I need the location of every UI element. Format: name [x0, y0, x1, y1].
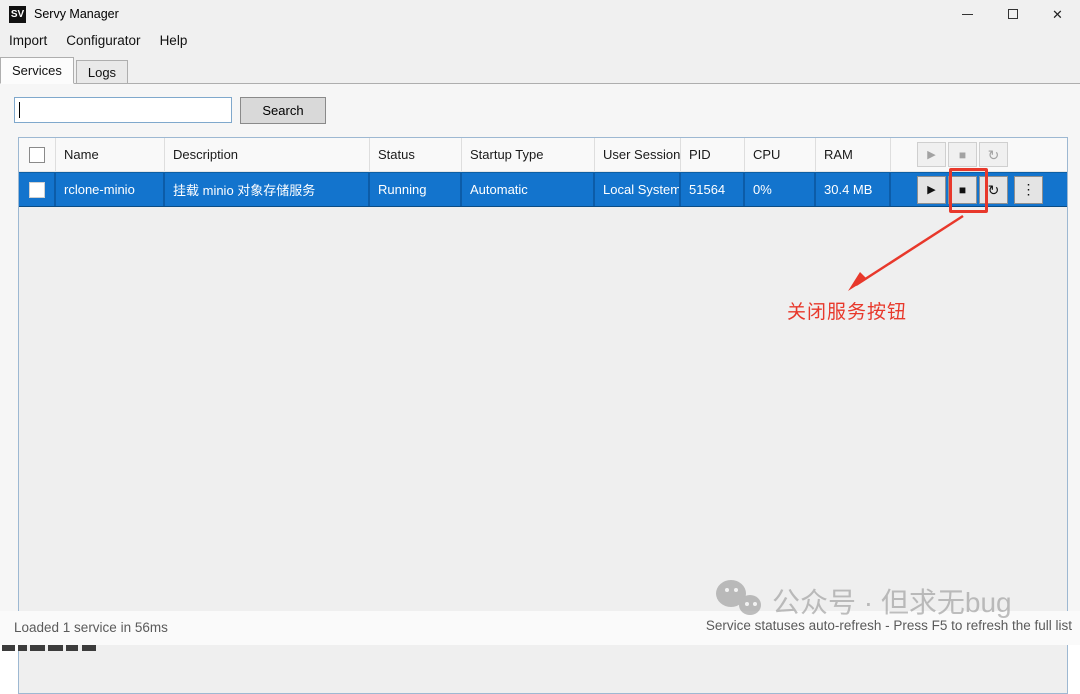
stop-icon: ■: [959, 148, 966, 162]
cell-description: 挂载 minio 对象存储服务: [165, 173, 370, 206]
app-window: SV Servy Manager ✕ Import Configurator H…: [0, 0, 1080, 651]
cell-name: rclone-minio: [56, 173, 165, 206]
refresh-icon: ↻: [988, 183, 1000, 197]
tab-strip: Services Logs: [0, 53, 1080, 84]
watermark: 公众号 · 但求无bug: [716, 580, 1012, 622]
menu-import[interactable]: Import: [9, 33, 47, 48]
annotation-arrow: [820, 205, 980, 305]
start-service-button[interactable]: ▶: [917, 176, 946, 204]
column-header-ram[interactable]: RAM: [816, 138, 891, 171]
search-button[interactable]: Search: [240, 97, 326, 124]
cell-ram: 30.4 MB: [816, 173, 891, 206]
stop-all-button[interactable]: ■: [948, 142, 977, 167]
kebab-menu-icon: ⋮: [1022, 181, 1036, 198]
row-checkbox[interactable]: [29, 182, 45, 198]
close-icon: ✕: [1052, 8, 1063, 21]
minimize-icon: [962, 14, 973, 15]
refresh-icon: ↻: [988, 148, 1000, 162]
close-button[interactable]: ✕: [1035, 0, 1080, 28]
status-loaded-text: Loaded 1 service in 56ms: [14, 620, 168, 635]
play-icon: ▶: [927, 183, 935, 196]
more-actions-button[interactable]: ⋮: [1014, 176, 1043, 204]
table-header-row: Name Description Status Startup Type Use…: [19, 138, 1067, 172]
header-checkbox-cell: [19, 138, 56, 171]
window-title: Servy Manager: [34, 7, 119, 21]
cell-status: Running: [370, 173, 462, 206]
app-icon: SV: [9, 6, 26, 23]
column-header-user-session[interactable]: User Session: [595, 138, 681, 171]
column-header-startup-type[interactable]: Startup Type: [462, 138, 595, 171]
text-caret: [19, 102, 20, 118]
play-icon: ▶: [927, 148, 935, 161]
menu-help[interactable]: Help: [160, 33, 188, 48]
tab-logs[interactable]: Logs: [76, 60, 128, 83]
maximize-icon: [1008, 9, 1018, 19]
search-input[interactable]: [14, 97, 232, 123]
cell-user-session: Local System: [595, 173, 681, 206]
minimize-button[interactable]: [945, 0, 990, 28]
menu-bar: Import Configurator Help: [0, 28, 1080, 53]
cell-cpu: 0%: [745, 173, 816, 206]
maximize-button[interactable]: [990, 0, 1035, 28]
select-all-checkbox[interactable]: [29, 147, 45, 163]
header-actions-cell: ▶ ■ ↻: [891, 138, 1067, 171]
column-header-status[interactable]: Status: [370, 138, 462, 171]
title-bar: SV Servy Manager ✕: [0, 0, 1080, 28]
cell-pid: 51564: [681, 173, 745, 206]
annotation-label: 关闭服务按钮: [787, 297, 907, 324]
column-header-name[interactable]: Name: [56, 138, 165, 171]
column-header-pid[interactable]: PID: [681, 138, 745, 171]
restart-all-button[interactable]: ↻: [979, 142, 1008, 167]
menu-configurator[interactable]: Configurator: [66, 33, 140, 48]
wechat-icon: [716, 580, 768, 622]
watermark-text: 公众号 · 但求无bug: [772, 581, 1012, 621]
row-checkbox-cell: [19, 173, 56, 206]
start-all-button[interactable]: ▶: [917, 142, 946, 167]
table-row[interactable]: rclone-minio 挂载 minio 对象存储服务 Running Aut…: [19, 172, 1067, 207]
services-tab-panel: Search Name Description Status Startup T…: [0, 84, 1080, 611]
cell-startup-type: Automatic: [462, 173, 595, 206]
column-header-cpu[interactable]: CPU: [745, 138, 816, 171]
tab-services[interactable]: Services: [0, 57, 74, 84]
clipped-text-fragment: [0, 645, 120, 651]
column-header-description[interactable]: Description: [165, 138, 370, 171]
